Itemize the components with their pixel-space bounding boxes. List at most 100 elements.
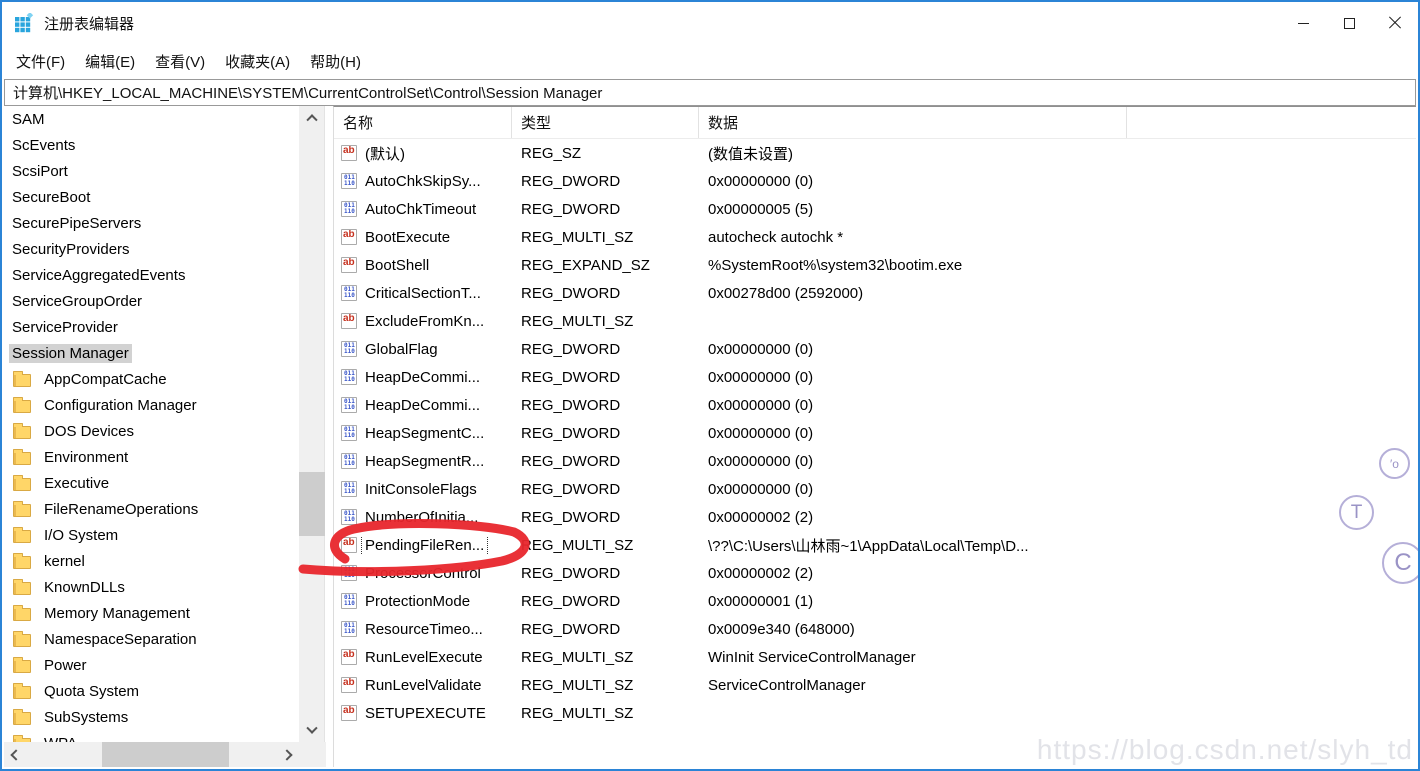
tree-vertical-scrollbar[interactable] [299, 106, 325, 742]
value-name: HeapSegmentR... [362, 452, 487, 471]
registry-value-row[interactable]: HeapDeCommi... REG_DWORD 0x00000000 (0) [334, 363, 1416, 391]
registry-editor-app-icon [14, 13, 34, 33]
registry-value-row[interactable]: ResourceTimeo... REG_DWORD 0x0009e340 (6… [334, 615, 1416, 643]
value-name: ExcludeFromKn... [362, 312, 487, 331]
tree-item[interactable]: WPA [4, 730, 299, 742]
value-type-icon [341, 453, 357, 469]
menu-item[interactable]: 帮助(H) [300, 47, 371, 76]
column-header-data[interactable]: 数据 [699, 107, 1127, 138]
scroll-left-button[interactable] [4, 742, 28, 767]
floating-side-button-2[interactable]: T [1339, 495, 1374, 530]
value-data: WinInit ServiceControlManager [699, 649, 1416, 666]
value-type-icon [341, 537, 357, 553]
value-type-icon [341, 285, 357, 301]
registry-value-row[interactable]: HeapDeCommi... REG_DWORD 0x00000000 (0) [334, 391, 1416, 419]
column-header-name[interactable]: 名称 [334, 107, 512, 138]
value-type-icon [341, 621, 357, 637]
registry-value-row[interactable]: AutoChkTimeout REG_DWORD 0x00000005 (5) [334, 195, 1416, 223]
value-data: 0x00000002 (2) [699, 565, 1416, 582]
registry-value-row[interactable]: HeapSegmentC... REG_DWORD 0x00000000 (0) [334, 419, 1416, 447]
minimize-button[interactable] [1280, 2, 1326, 44]
registry-value-row[interactable]: ExcludeFromKn... REG_MULTI_SZ [334, 307, 1416, 335]
value-data: 0x00000000 (0) [699, 397, 1416, 414]
registry-value-row[interactable]: (默认) REG_SZ (数值未设置) [334, 139, 1416, 167]
scroll-down-button[interactable] [299, 720, 325, 742]
tree-item[interactable]: SAM [4, 106, 299, 132]
tree-item[interactable]: Executive [4, 470, 299, 496]
horizontal-scroll-thumb[interactable] [102, 742, 229, 767]
floating-side-button-1[interactable]: ′o [1379, 448, 1410, 479]
scroll-right-button[interactable] [275, 742, 299, 767]
registry-value-row[interactable]: BootExecute REG_MULTI_SZ autocheck autoc… [334, 223, 1416, 251]
value-type: REG_DWORD [512, 621, 699, 638]
tree-item[interactable]: ScEvents [4, 132, 299, 158]
registry-value-row[interactable]: HeapSegmentR... REG_DWORD 0x00000000 (0) [334, 447, 1416, 475]
tree-item-label: ScsiPort [9, 162, 71, 181]
registry-value-row[interactable]: RunLevelValidate REG_MULTI_SZ ServiceCon… [334, 671, 1416, 699]
registry-value-row[interactable]: SETUPEXECUTE REG_MULTI_SZ [334, 699, 1416, 727]
value-type: REG_DWORD [512, 425, 699, 442]
tree-item[interactable]: Memory Management [4, 600, 299, 626]
registry-value-row[interactable]: CriticalSectionT... REG_DWORD 0x00278d00… [334, 279, 1416, 307]
close-button[interactable] [1372, 2, 1418, 44]
scroll-up-button[interactable] [299, 106, 325, 128]
tree-item[interactable]: Quota System [4, 678, 299, 704]
value-type: REG_DWORD [512, 593, 699, 610]
tree-item[interactable]: ScsiPort [4, 158, 299, 184]
value-name: RunLevelExecute [362, 648, 486, 667]
tree-item[interactable]: FileRenameOperations [4, 496, 299, 522]
tree-item[interactable]: kernel [4, 548, 299, 574]
tree-item[interactable]: KnownDLLs [4, 574, 299, 600]
column-header-type[interactable]: 类型 [512, 107, 699, 138]
registry-value-row[interactable]: ProcessorControl REG_DWORD 0x00000002 (2… [334, 559, 1416, 587]
tree-item-label: KnownDLLs [41, 578, 128, 597]
registry-value-row[interactable]: PendingFileRen... REG_MULTI_SZ \??\C:\Us… [334, 531, 1416, 559]
registry-value-row[interactable]: ProtectionMode REG_DWORD 0x00000001 (1) [334, 587, 1416, 615]
value-type-icon [341, 201, 357, 217]
registry-value-row[interactable]: RunLevelExecute REG_MULTI_SZ WinInit Ser… [334, 643, 1416, 671]
tree-item[interactable]: SecurityProviders [4, 236, 299, 262]
value-type: REG_MULTI_SZ [512, 649, 699, 666]
floating-side-button-3[interactable]: C [1382, 542, 1420, 584]
registry-value-row[interactable]: GlobalFlag REG_DWORD 0x00000000 (0) [334, 335, 1416, 363]
tree-item[interactable]: SecureBoot [4, 184, 299, 210]
floating-button-3-glyph: C [1394, 549, 1411, 577]
tree-item[interactable]: NamespaceSeparation [4, 626, 299, 652]
folder-icon [13, 608, 31, 621]
registry-value-row[interactable]: NumberOfInitia... REG_DWORD 0x00000002 (… [334, 503, 1416, 531]
tree-horizontal-scrollbar[interactable] [4, 742, 299, 767]
value-type: REG_MULTI_SZ [512, 677, 699, 694]
tree-item[interactable]: ServiceGroupOrder [4, 288, 299, 314]
tree-item[interactable]: ServiceProvider [4, 314, 299, 340]
value-type: REG_DWORD [512, 369, 699, 386]
tree-item-label: SecureBoot [9, 188, 93, 207]
menu-item[interactable]: 收藏夹(A) [215, 47, 300, 76]
tree-item[interactable]: DOS Devices [4, 418, 299, 444]
tree-item[interactable]: Session Manager [4, 340, 299, 366]
tree-item[interactable]: SubSystems [4, 704, 299, 730]
menu-item[interactable]: 查看(V) [145, 47, 215, 76]
chevron-down-icon [306, 723, 317, 734]
tree-item[interactable]: Power [4, 652, 299, 678]
registry-value-row[interactable]: InitConsoleFlags REG_DWORD 0x00000000 (0… [334, 475, 1416, 503]
maximize-icon [1344, 18, 1355, 29]
value-data: (数值未设置) [699, 143, 1416, 164]
window-title: 注册表编辑器 [44, 13, 134, 34]
maximize-button[interactable] [1326, 2, 1372, 44]
address-path: 计算机\HKEY_LOCAL_MACHINE\SYSTEM\CurrentCon… [13, 82, 602, 103]
menu-item[interactable]: 文件(F) [6, 47, 75, 76]
registry-value-row[interactable]: AutoChkSkipSy... REG_DWORD 0x00000000 (0… [334, 167, 1416, 195]
value-type-icon [341, 509, 357, 525]
address-bar[interactable]: 计算机\HKEY_LOCAL_MACHINE\SYSTEM\CurrentCon… [4, 79, 1416, 106]
registry-value-row[interactable]: BootShell REG_EXPAND_SZ %SystemRoot%\sys… [334, 251, 1416, 279]
registry-editor-window: 注册表编辑器 文件(F) 编辑(E) 查看(V) 收藏夹(A) 帮助(H) 计算… [0, 0, 1420, 771]
tree-item[interactable]: Configuration Manager [4, 392, 299, 418]
tree-item[interactable]: ServiceAggregatedEvents [4, 262, 299, 288]
value-name: RunLevelValidate [362, 676, 484, 695]
tree-item[interactable]: I/O System [4, 522, 299, 548]
vertical-scroll-thumb[interactable] [299, 472, 325, 536]
tree-item[interactable]: Environment [4, 444, 299, 470]
tree-item[interactable]: AppCompatCache [4, 366, 299, 392]
tree-item[interactable]: SecurePipeServers [4, 210, 299, 236]
menu-item[interactable]: 编辑(E) [75, 47, 145, 76]
